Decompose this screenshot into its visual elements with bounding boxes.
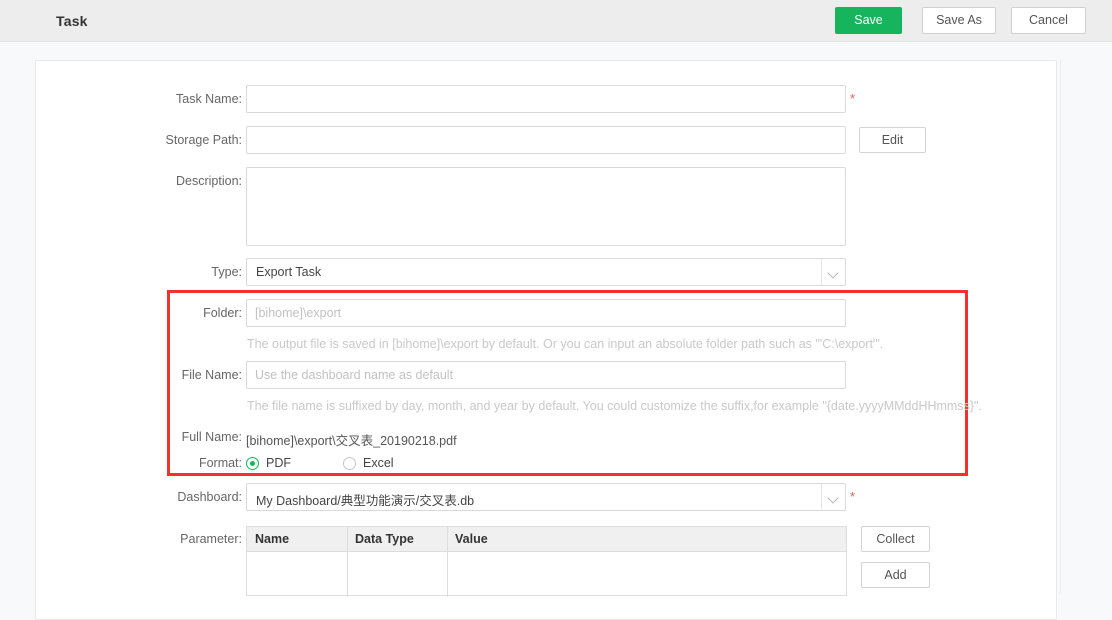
parameter-column-data-type: Data Type (355, 532, 414, 546)
radio-unselected-icon (343, 457, 356, 470)
format-radio-excel-label: Excel (363, 456, 394, 470)
chevron-down-icon[interactable] (821, 259, 845, 285)
save-button[interactable]: Save (835, 7, 902, 34)
column-divider (447, 527, 448, 597)
window-header: Task Save Save As Cancel (0, 0, 1112, 42)
dashboard-select[interactable]: My Dashboard/典型功能演示/交叉表.db (246, 483, 846, 511)
storage-path-edit-button[interactable]: Edit (859, 127, 926, 153)
scrollbar-track[interactable] (1060, 60, 1061, 593)
description-textarea[interactable] (246, 167, 846, 246)
storage-path-input[interactable] (246, 126, 846, 154)
page-title: Task (56, 13, 88, 29)
dashboard-select-value: My Dashboard/典型功能演示/交叉表.db (256, 494, 475, 508)
task-name-input[interactable] (246, 85, 846, 113)
full-name-value: [bihome]\export\交叉表_20190218.pdf (246, 434, 457, 448)
parameter-collect-button[interactable]: Collect (861, 526, 930, 552)
folder-input[interactable] (246, 299, 846, 327)
radio-selected-icon (246, 457, 259, 470)
column-divider (347, 527, 348, 597)
parameter-column-value: Value (455, 532, 488, 546)
type-select[interactable]: Export Task (246, 258, 846, 286)
parameter-column-name: Name (255, 532, 290, 546)
folder-hint: The output file is saved in [bihome]\exp… (247, 337, 884, 351)
full-name-label: Full Name: (181, 430, 242, 444)
parameter-label: Parameter: (180, 532, 242, 546)
file-name-input[interactable] (246, 361, 846, 389)
format-radio-pdf-label: PDF (266, 456, 291, 470)
save-as-button[interactable]: Save As (922, 7, 996, 34)
cancel-button[interactable]: Cancel (1011, 7, 1086, 34)
file-name-hint: The file name is suffixed by day, month,… (247, 399, 982, 413)
type-label: Type: (211, 265, 242, 279)
file-name-label: File Name: (181, 368, 242, 382)
parameter-add-button[interactable]: Add (861, 562, 930, 588)
type-select-value: Export Task (256, 265, 322, 279)
dashboard-required-marker: * (850, 489, 856, 504)
description-label: Description: (176, 174, 242, 188)
storage-path-label: Storage Path: (165, 133, 242, 147)
folder-label: Folder: (203, 306, 242, 320)
dashboard-label: Dashboard: (177, 490, 242, 504)
chevron-down-icon[interactable] (821, 484, 845, 510)
task-name-label: Task Name: (176, 92, 242, 106)
parameter-table: Name Data Type Value (246, 526, 847, 597)
task-name-required-marker: * (850, 91, 856, 106)
format-label: Format: (198, 456, 242, 470)
